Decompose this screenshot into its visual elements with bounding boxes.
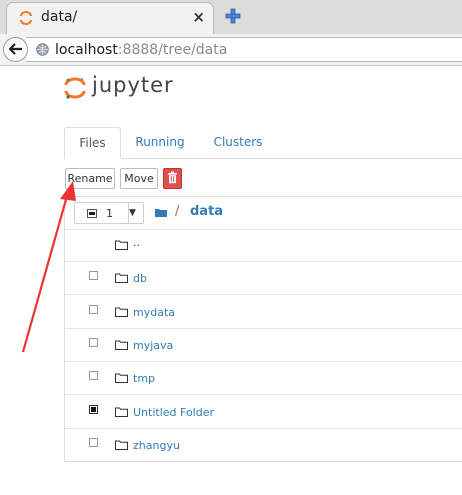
folder-icon (115, 273, 128, 284)
tab-close-icon[interactable]: × (192, 8, 205, 26)
file-list-header: 1 ▼ / data (65, 197, 462, 230)
new-tab-icon[interactable] (224, 7, 242, 25)
browser-tab[interactable]: data/ × (6, 2, 214, 34)
delete-button[interactable] (163, 168, 182, 189)
folder-icon (115, 407, 128, 417)
select-all-checkbox[interactable] (87, 209, 97, 218)
url-text: localhost:8888/tree/data (55, 42, 227, 58)
item-name-link[interactable]: db (133, 272, 147, 285)
item-checkbox[interactable] (89, 337, 98, 347)
folder-icon (115, 440, 128, 450)
item-checkbox[interactable] (89, 404, 98, 414)
tab-running[interactable]: Running (128, 127, 192, 158)
list-item[interactable]: myjava (65, 329, 462, 362)
list-item[interactable]: .. (65, 229, 462, 262)
globe-icon (36, 43, 49, 56)
breadcrumb-separator: / (175, 204, 180, 219)
folder-icon (115, 340, 128, 350)
tab-files[interactable]: Files (64, 127, 121, 159)
list-item[interactable]: db (65, 262, 462, 296)
browser-chrome: data/ × localhost:8888/tree/data (0, 0, 462, 66)
item-name-link[interactable]: zhangyu (133, 439, 180, 452)
folder-icon (115, 240, 128, 250)
file-list-panel: 1 ▼ / data .. db mydata myjava tmp Untitled F… (64, 196, 462, 462)
rename-button[interactable]: Rename (65, 168, 115, 189)
folder-icon (115, 307, 128, 317)
tab-strip: data/ × (0, 0, 462, 34)
folder-home-icon[interactable] (155, 208, 167, 217)
jupyter-logo-icon (64, 77, 86, 99)
back-arrow-icon (7, 43, 22, 55)
url-host: localhost (55, 42, 118, 58)
list-item[interactable]: tmp (65, 362, 462, 396)
item-name-link[interactable]: myjava (133, 339, 173, 352)
jupyter-logo-text: jupyter (92, 73, 174, 97)
parent-directory-link[interactable]: .. (133, 236, 140, 249)
list-item[interactable]: zhangyu (65, 429, 462, 462)
selected-count: 1 (106, 207, 113, 220)
item-name-link[interactable]: tmp (133, 372, 155, 385)
item-name-link[interactable]: Untitled Folder (133, 406, 214, 419)
list-item[interactable]: Untitled Folder (65, 396, 462, 429)
back-button[interactable] (3, 37, 28, 62)
item-name-link[interactable]: mydata (133, 306, 175, 319)
jupyter-favicon-icon (20, 11, 32, 25)
tab-title: data/ (41, 9, 78, 25)
dashboard-tabs: Files Running Clusters (64, 127, 462, 159)
item-checkbox[interactable] (89, 271, 98, 281)
select-all-control[interactable]: 1 (74, 202, 129, 224)
tab-clusters[interactable]: Clusters (204, 127, 272, 158)
list-item[interactable]: mydata (65, 296, 462, 329)
url-path: :8888/tree/data (117, 42, 228, 58)
navigation-bar: localhost:8888/tree/data (0, 34, 462, 66)
item-checkbox[interactable] (89, 371, 98, 381)
breadcrumb-current[interactable]: data (190, 204, 223, 219)
address-bar[interactable]: localhost:8888/tree/data (26, 37, 462, 62)
item-checkbox[interactable] (89, 304, 98, 314)
folder-icon (115, 373, 128, 384)
trash-icon (168, 171, 177, 184)
item-checkbox[interactable] (89, 437, 98, 447)
selection-dropdown-caret[interactable]: ▼ (122, 202, 144, 224)
move-button[interactable]: Move (120, 168, 158, 189)
